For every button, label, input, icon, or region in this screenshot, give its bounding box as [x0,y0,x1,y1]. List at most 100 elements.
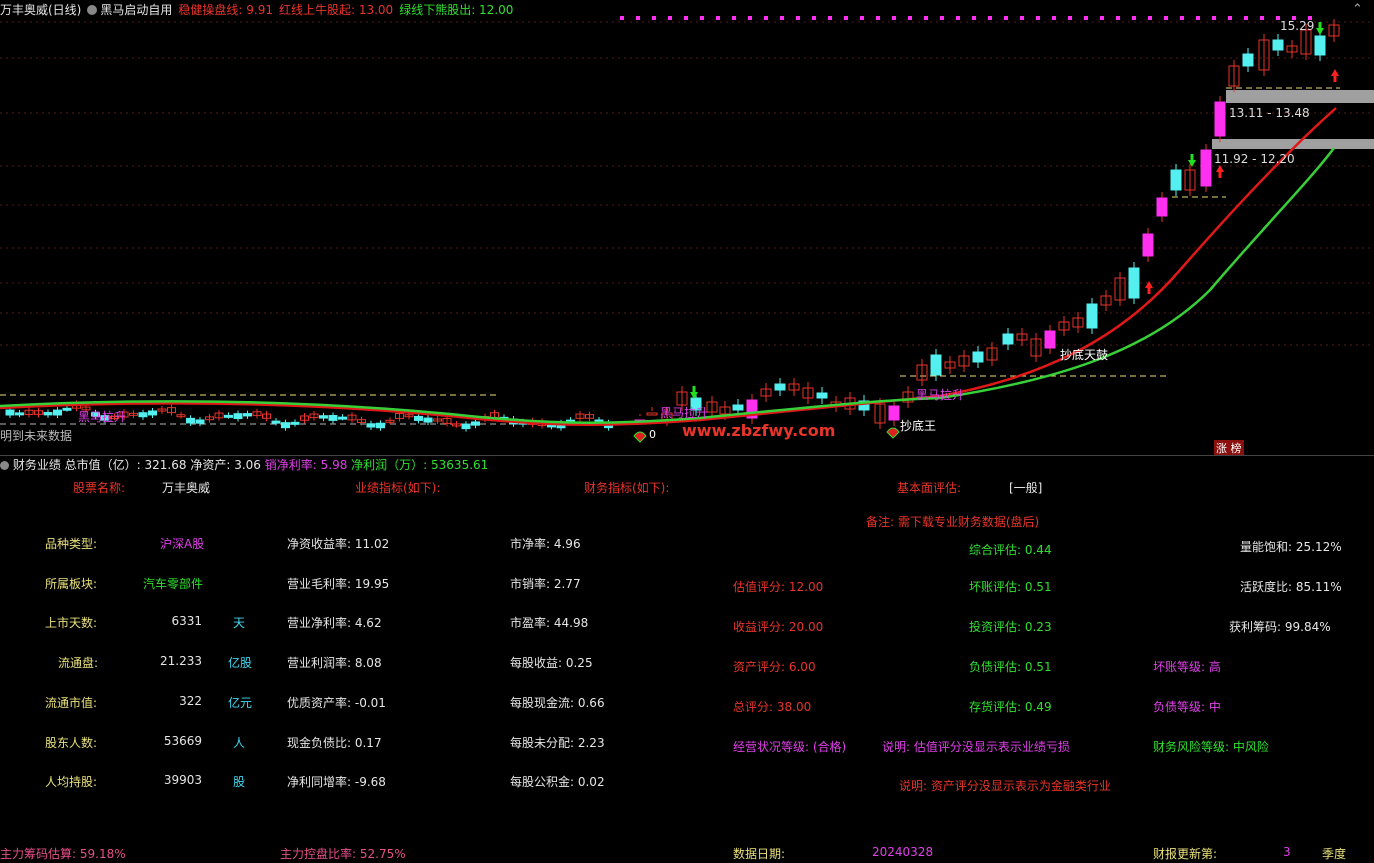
candle-body [224,414,233,418]
col1-unit: 人 [233,736,246,750]
kline-chart[interactable] [0,0,1374,455]
candle-body [43,412,53,416]
top-dot [1100,16,1104,20]
top-dot [908,16,912,20]
top-dot [924,16,928,20]
candle-body [233,413,243,420]
top-dot [1228,16,1232,20]
col2-item: 优质资产率: -0.01 [287,696,386,710]
signal-marks [633,22,1339,443]
score-item: 总评分: 38.00 [733,700,812,714]
total-value: 总市值（亿）: 321.68 [64,458,187,472]
col3-item: 市销率: 2.77 [510,577,581,591]
watermark: www.zbzfwy.com [682,421,836,440]
col1-label: 上市天数: [45,616,98,630]
top-dot [1244,16,1248,20]
col3-item: 每股收益: 0.25 [510,656,593,670]
candle-body [243,413,252,417]
top-dot [972,16,976,20]
candle-body [646,412,658,416]
col1-label: 所属板块: [45,577,98,591]
candle-body [774,383,786,391]
candle-body [471,421,480,426]
panel-toggle-icon[interactable] [0,461,9,470]
top-dot [956,16,960,20]
top-dot [716,16,720,20]
moving-average-lines [0,107,1337,426]
top-dot [1260,16,1264,20]
chart-stock-title: 万丰奥威(日线) [0,3,82,17]
chaodi-tianyi-label: 抄底天鼓 [1060,348,1109,362]
col1-label: 人均持股: [45,775,98,789]
chip-item: 量能饱和: 25.12% [1240,540,1342,554]
note2: 说明: 估值评分没显示表示业绩亏损 [882,740,1070,754]
red-line [0,107,1337,426]
col2-item: 营业净利率: 4.62 [287,616,382,630]
indicator-name[interactable]: 黑马启动自用 [100,3,172,17]
top-dot [1164,16,1168,20]
debt-level: 负债等级: 中 [1153,700,1221,714]
indicator-icon[interactable] [87,5,98,15]
col3-item: 市净率: 4.96 [510,537,581,551]
top-dot [988,16,992,20]
chart-gridlines [0,16,1374,425]
heima-label-3: 黑马拉升 [916,388,965,402]
chart-legend: 万丰奥威(日线) 黑马启动自用 稳健操盘线: 9.91 红线上牛股起: 13.00 绿线… [0,1,519,18]
top-dot [1084,16,1088,20]
candle-body [15,412,24,416]
finance-title: 财务业绩 [12,458,61,472]
up-arrow-icon [1216,165,1224,178]
col1-value: 沪深A股 [160,537,205,551]
candle-body [138,412,148,418]
eval-item: 坏账评估: 0.51 [969,580,1052,594]
eval-item: 投资评估: 0.23 [969,620,1052,634]
top-dot [700,16,704,20]
candle-body [1242,53,1254,67]
col1-value: 39903 [163,773,202,787]
candle-body [1200,149,1212,187]
candle-body [930,354,942,376]
col1-label: 流通市值: [45,696,98,710]
top-dot [1180,16,1184,20]
zone-lower-label: 11.92 - 12.20 [1214,152,1295,166]
col1-value: 53669 [163,734,202,748]
top-dot [780,16,784,20]
report-unit: 季度 [1322,847,1347,861]
line2-value: 红线上牛股起: 13.00 [278,3,394,17]
eval-item: 存货评估: 0.49 [969,700,1052,714]
stock-name-value: 万丰奥威 [162,481,211,495]
candle-body [732,404,744,411]
candle-body [1142,233,1154,257]
data-date-label: 数据日期: [733,847,786,861]
candle-body [319,415,328,419]
control-ratio: 主力控盘比率: 52.75% [280,847,406,861]
top-dot [764,16,768,20]
candle-body [1272,39,1284,51]
col1-value: 322 [179,694,202,708]
top-dot [1036,16,1040,20]
candle-body [53,409,62,416]
col3-item: 每股公积金: 0.02 [510,775,605,789]
bottom-signal-icon [633,431,647,443]
candle-body [271,420,281,424]
zone-upper-label: 13.11 - 13.48 [1229,106,1310,120]
down-arrow-icon [690,386,698,399]
candle-body [1156,197,1168,217]
candle-body [1002,333,1014,345]
risk-level: 财务风险等级: 中风险 [1153,740,1269,754]
high-price-label: 15.29 [1280,19,1315,33]
top-dot [748,16,752,20]
eval-item: 综合评估: 0.44 [969,543,1052,557]
chaodi-label: 抄底王 [900,419,937,433]
top-dot [1052,16,1056,20]
fund-value: [一般] [1009,481,1043,495]
col1-label: 品种类型: [45,537,98,551]
bad-debt-level: 坏账等级: 高 [1153,660,1221,674]
top-dot [796,16,800,20]
candle-body [461,423,471,430]
net-profit: 净利润（万）: 53635.61 [351,458,489,472]
data-date: 20240328 [872,845,934,859]
chevron-up-icon[interactable]: ⌃ [1352,2,1363,17]
col3-item: 市盈率: 44.98 [510,616,589,630]
col1-unit: 亿元 [228,696,253,710]
